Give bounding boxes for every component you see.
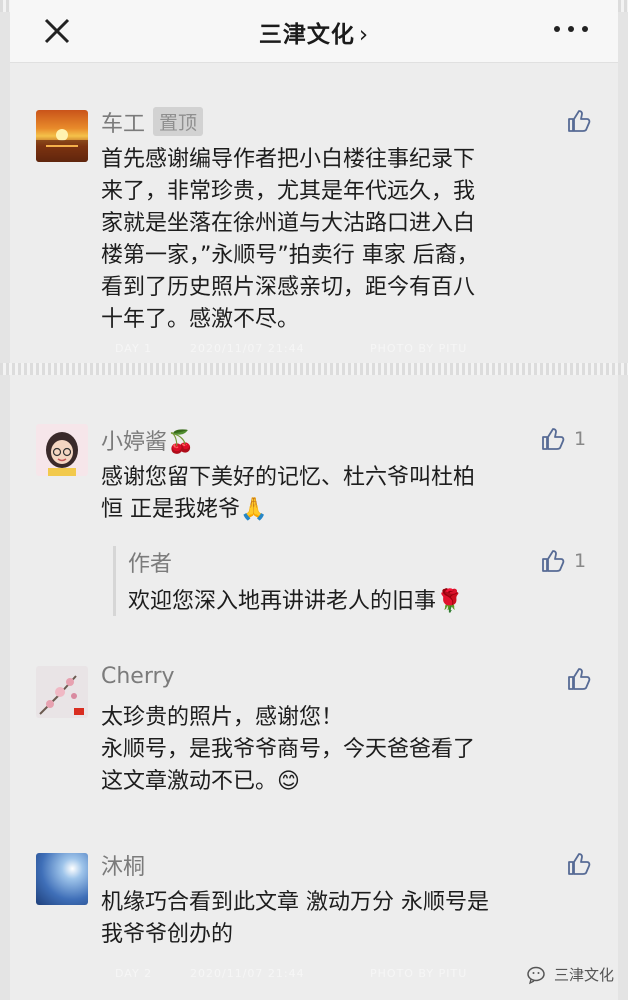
avatar[interactable] bbox=[36, 110, 88, 162]
comment-author[interactable]: Cherry bbox=[101, 664, 175, 689]
source-watermark: 三津文化 bbox=[527, 964, 614, 986]
comment-line: 机缘巧合看到此文章 激动万分 永顺号是 bbox=[101, 890, 489, 915]
comment-line: 十年了。感激不尽。 bbox=[101, 307, 300, 332]
watermark-text: 三津文化 bbox=[553, 966, 614, 984]
comment-author[interactable]: 沐桐 bbox=[101, 849, 145, 881]
reply-author[interactable]: 作者 bbox=[128, 546, 172, 578]
comment-text: 机缘巧合看到此文章 激动万分 永顺号是 我爷爷创办的 bbox=[101, 887, 601, 951]
avatar[interactable] bbox=[36, 666, 88, 718]
like-button[interactable] bbox=[566, 851, 618, 879]
avatar[interactable] bbox=[36, 424, 88, 476]
reply-like-button[interactable]: 1 bbox=[540, 548, 600, 576]
photo-caption-credit: PHOTO BY PITU bbox=[370, 967, 468, 980]
thumb-up-icon bbox=[568, 668, 591, 690]
thumb-up-icon bbox=[568, 110, 591, 132]
comments-screen: 三津文化 › 车工 置顶 首先感谢编导作者把小白楼往事纪录下 来了，非常珍贵，尤其是… bbox=[10, 0, 618, 1000]
more-icon[interactable] bbox=[554, 22, 590, 34]
thumb-up-icon bbox=[542, 550, 565, 572]
comment-item: 沐桐 机缘巧合看到此文章 激动万分 永顺号是 我爷爷创办的 DAY 2 2020… bbox=[10, 835, 618, 985]
photo-caption-day: DAY 2 bbox=[115, 967, 153, 980]
like-button[interactable]: 1 bbox=[540, 426, 600, 454]
like-count: 1 bbox=[574, 550, 587, 572]
wechat-icon bbox=[527, 966, 545, 985]
photo-caption-day: DAY 1 bbox=[115, 342, 153, 355]
comment-line: 感谢您留下美好的记忆、杜六爷叫杜柏 bbox=[101, 465, 476, 490]
page-title[interactable]: 三津文化 › bbox=[10, 15, 618, 49]
comment-item: Cherry 太珍贵的照片，感谢您！ 永顺号，是我爷爷商号，今天爸爸看了 这文章… bbox=[10, 650, 618, 840]
comment-text: 感谢您留下美好的记忆、杜六爷叫杜柏 恒 正是我姥爷🙏 bbox=[101, 462, 601, 526]
comment-line: 看到了历史照片深感亲切，距今有百八 bbox=[101, 275, 476, 300]
comment-author[interactable]: 车工 bbox=[101, 112, 145, 137]
photo-caption-credit: PHOTO BY PITU bbox=[370, 342, 468, 355]
blossom-image bbox=[39, 675, 84, 715]
like-button[interactable] bbox=[566, 108, 618, 136]
thumb-up-icon bbox=[568, 853, 591, 875]
photo-caption-date: 2020/11/07 21:44 bbox=[190, 342, 305, 355]
photo-seam bbox=[0, 363, 628, 375]
photo-caption-date: 2020/11/07 21:44 bbox=[190, 967, 305, 980]
cartoon-girl-image bbox=[46, 432, 78, 476]
comment-line: 太珍贵的照片，感谢您！ bbox=[101, 705, 344, 730]
comment-line: 这文章激动不已。😊 bbox=[101, 769, 300, 794]
cherry-emoji: 🍒 bbox=[167, 430, 195, 455]
comment-line: 永顺号，是我爷爷商号，今天爸爸看了 bbox=[101, 737, 476, 762]
comment-text: 首先感谢编导作者把小白楼往事纪录下 来了，非常珍贵，尤其是年代远久，我 家就是坐… bbox=[101, 144, 601, 336]
reply-text: 欢迎您深入地再讲讲老人的旧事🌹 bbox=[128, 589, 464, 614]
comment-line: 家就是坐落在徐州道与大沽路口进入白 bbox=[101, 211, 476, 236]
top-bar: 三津文化 › bbox=[10, 0, 618, 63]
comment-line: 恒 正是我姥爷🙏 bbox=[101, 497, 268, 522]
pinned-badge: 置顶 bbox=[153, 107, 204, 136]
thumb-up-icon bbox=[542, 428, 565, 450]
like-count: 1 bbox=[574, 428, 587, 450]
like-button[interactable] bbox=[566, 666, 618, 694]
comment-item: 小婷酱🍒 感谢您留下美好的记忆、杜六爷叫杜柏 恒 正是我姥爷🙏 1 作者 欢迎您… bbox=[10, 380, 618, 630]
comment-item: 车工 置顶 首先感谢编导作者把小白楼往事纪录下 来了，非常珍贵，尤其是年代远久，我… bbox=[10, 62, 618, 362]
comment-line: 我爷爷创办的 bbox=[101, 922, 234, 947]
sunset-image bbox=[36, 129, 88, 162]
account-title: 三津文化 bbox=[258, 22, 355, 48]
comment-line: 首先感谢编导作者把小白楼往事纪录下 bbox=[101, 147, 476, 172]
author-reply: 作者 欢迎您深入地再讲讲老人的旧事🌹 bbox=[113, 546, 596, 616]
comment-line: 来了，非常珍贵，尤其是年代远久，我 bbox=[101, 179, 476, 204]
avatar[interactable] bbox=[36, 853, 88, 905]
comment-author[interactable]: 小婷酱 bbox=[101, 430, 167, 455]
comment-text: 太珍贵的照片，感谢您！ 永顺号，是我爷爷商号，今天爸爸看了 这文章激动不已。😊 bbox=[101, 702, 601, 798]
chevron-right-icon: › bbox=[358, 22, 370, 48]
comment-line: 楼第一家，”永顺号”拍卖行 車家 后裔， bbox=[101, 243, 479, 268]
